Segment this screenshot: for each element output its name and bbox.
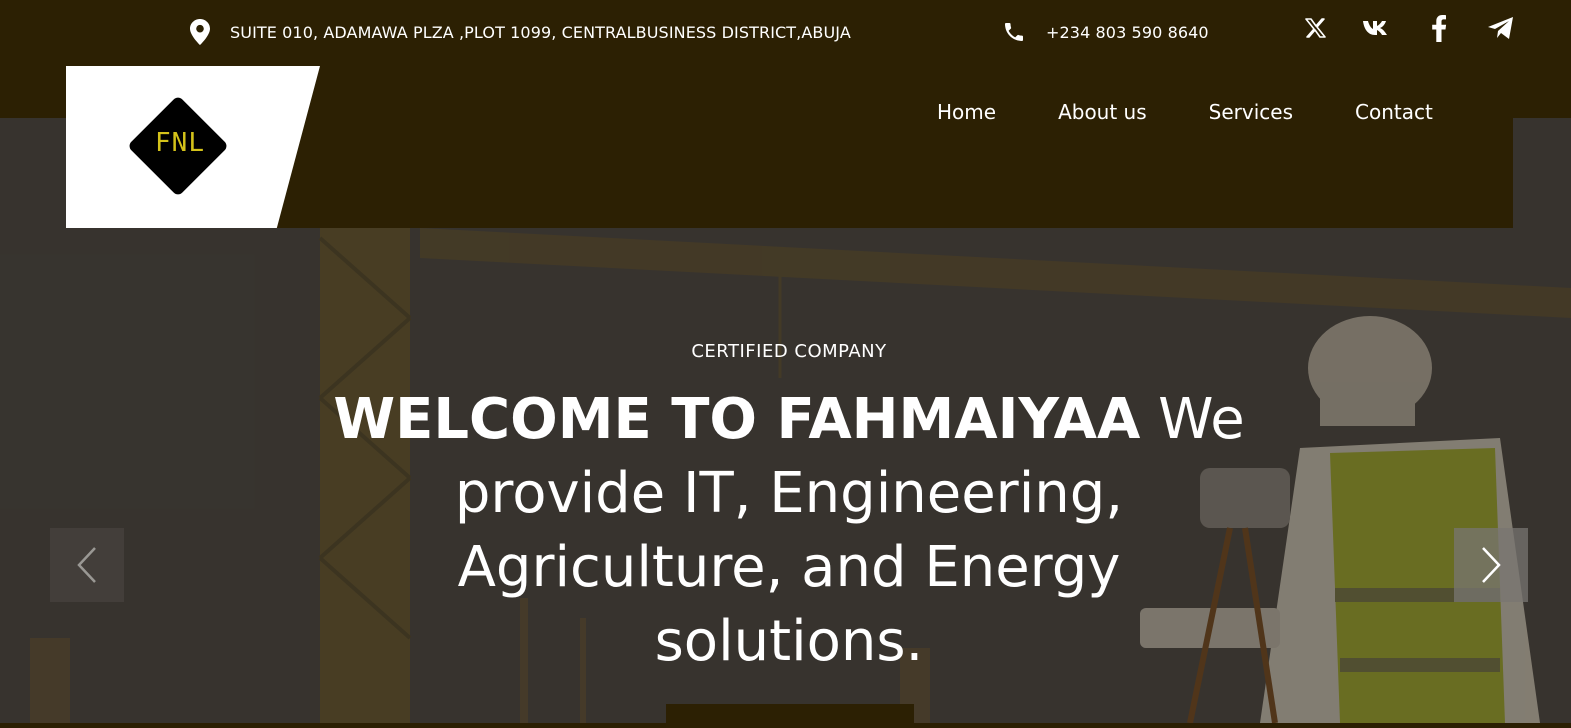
location-pin-icon (190, 19, 210, 45)
hero-cta-button[interactable] (666, 704, 914, 728)
phone-icon (1002, 20, 1026, 44)
chevron-left-icon (77, 547, 96, 583)
logo-text: FNL (155, 128, 205, 158)
chevron-right-icon (1482, 547, 1501, 583)
address-info: SUITE 010, ADAMAWA PLZA ,PLOT 1099, CENT… (190, 18, 851, 46)
phone-text: +234 803 590 8640 (1046, 22, 1209, 42)
hero-eyebrow: CERTIFIED COMPANY (691, 341, 887, 362)
vk-icon[interactable] (1362, 13, 1392, 43)
telegram-icon[interactable] (1486, 13, 1516, 43)
facebook-icon[interactable] (1424, 13, 1454, 43)
slider-next-button[interactable] (1454, 528, 1528, 602)
nav-item-services[interactable]: Services (1209, 100, 1293, 124)
slider-prev-button[interactable] (50, 528, 124, 602)
hero-title-bold: WELCOME TO FAHMAIYAA (333, 387, 1141, 452)
social-links (1300, 13, 1516, 43)
nav-item-home[interactable]: Home (937, 100, 996, 124)
phone-info[interactable]: +234 803 590 8640 (1002, 18, 1209, 46)
nav-item-contact[interactable]: Contact (1355, 100, 1433, 124)
hero-title: WELCOME TO FAHMAIYAA We provide IT, Engi… (320, 383, 1258, 679)
x-twitter-icon[interactable] (1300, 13, 1330, 43)
nav-item-about-us[interactable]: About us (1058, 100, 1147, 124)
main-navigation: Home About us Services Contact (937, 100, 1433, 124)
address-text: SUITE 010, ADAMAWA PLZA ,PLOT 1099, CENT… (230, 22, 851, 42)
